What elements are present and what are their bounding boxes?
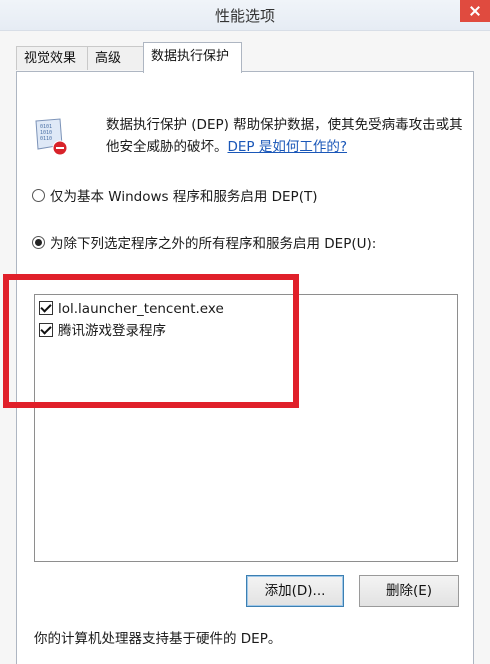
list-item[interactable]: 腾讯游戏登录程序 [39, 321, 166, 341]
dep-help-link[interactable]: DEP 是如何工作的? [228, 139, 348, 155]
radio-all-dep[interactable]: 为除下列选定程序之外的所有程序和服务启用 DEP(U): [32, 234, 376, 254]
add-button[interactable]: 添加(D)... [246, 575, 344, 607]
radio-basic-label: 仅为基本 Windows 程序和服务启用 DEP(T) [50, 189, 318, 205]
dep-shield-icon: 0101 1010 0110 [35, 118, 68, 156]
list-item-label: 腾讯游戏登录程序 [58, 323, 166, 339]
checkbox-checked-icon[interactable] [39, 301, 53, 315]
dep-description: 数据执行保护 (DEP) 帮助保护数据，使其免受病毒攻击或其他安全威胁的破坏。D… [106, 114, 476, 158]
radio-all-indicator[interactable] [32, 236, 45, 249]
tab-dep[interactable]: 数据执行保护 [143, 42, 242, 73]
radio-all-label: 为除下列选定程序之外的所有程序和服务启用 DEP(U): [50, 236, 377, 252]
exception-list[interactable]: lol.launcher_tencent.exe 腾讯游戏登录程序 [34, 294, 458, 562]
tab-advanced[interactable]: 高级 [87, 46, 144, 70]
close-icon[interactable] [460, 0, 490, 22]
list-item[interactable]: lol.launcher_tencent.exe [39, 299, 224, 319]
tab-visual-effects[interactable]: 视觉效果 [16, 46, 88, 70]
remove-button[interactable]: 删除(E) [359, 575, 459, 607]
title-bar[interactable]: 性能选项 [0, 0, 490, 31]
list-item-label: lol.launcher_tencent.exe [58, 301, 224, 317]
tab-strip: 视觉效果 高级 数据执行保护 [16, 42, 476, 73]
hardware-dep-status: 你的计算机处理器支持基于硬件的 DEP。 [34, 631, 282, 647]
window-title: 性能选项 [214, 7, 275, 25]
performance-options-dialog: 性能选项 视觉效果 高级 数据执行保护 0101 1010 0110 数据执行保… [0, 0, 490, 664]
radio-basic-dep[interactable]: 仅为基本 Windows 程序和服务启用 DEP(T) [32, 187, 317, 207]
svg-text:0110: 0110 [40, 136, 52, 142]
radio-basic-indicator[interactable] [32, 189, 45, 202]
checkbox-checked-icon[interactable] [39, 323, 53, 337]
